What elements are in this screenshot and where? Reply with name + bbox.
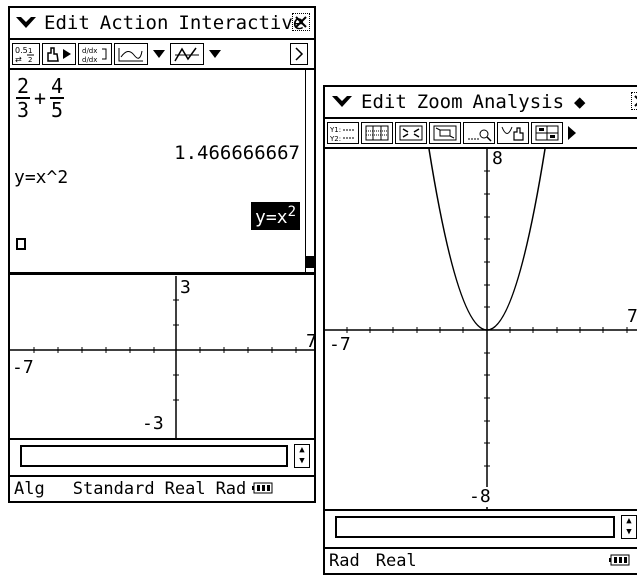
- menu-interactive[interactable]: Interactive: [178, 12, 304, 34]
- fraction-expression: 2 3 + 4 5: [16, 74, 65, 122]
- menu-edit[interactable]: Edit: [361, 91, 407, 113]
- toolbar: 0.5 ⇄ 1 2 d/dx d/dx: [10, 40, 314, 70]
- calculation-area[interactable]: 2 3 + 4 5 1.466666667 y=x^2 y=x2: [10, 70, 314, 275]
- status-bar: Alg Standard Real Rad: [10, 475, 314, 501]
- fraction-decimal-icon[interactable]: 0.5 ⇄ 1 2: [12, 43, 40, 65]
- status-number: Real: [164, 479, 206, 499]
- status-format: Standard: [72, 479, 155, 499]
- menu-edit[interactable]: Edit: [44, 12, 90, 34]
- status-number: Real: [375, 551, 417, 571]
- result-value: 1.466666667: [174, 142, 300, 164]
- menu-diamond[interactable]: ◆: [574, 91, 585, 113]
- fraction: 4 5: [50, 74, 65, 122]
- chevron-down-icon[interactable]: [14, 12, 38, 34]
- output-exponent: 2: [287, 204, 296, 220]
- selected-output[interactable]: y=x2: [251, 202, 300, 230]
- status-angle: Rad: [215, 479, 247, 499]
- more-icon[interactable]: [290, 43, 308, 65]
- svg-text:d/dx: d/dx: [82, 56, 97, 63]
- svg-text:0.5: 0.5: [15, 46, 28, 55]
- zoom-icon[interactable]: [429, 122, 461, 144]
- fraction: 2 3: [16, 76, 30, 120]
- x-max-label: 7: [306, 331, 317, 352]
- denominator: 3: [16, 98, 30, 122]
- close-icon[interactable]: [631, 92, 637, 110]
- more-icon[interactable]: [565, 122, 579, 144]
- graph-window: Edit Zoom Analysis ◆ Y1: Y2: 8 -7 -8 7 ▲…: [323, 85, 637, 575]
- trace-icon[interactable]: [463, 122, 495, 144]
- svg-text:1: 1: [28, 47, 32, 55]
- menu-bar: Edit Action Interactive: [10, 8, 314, 40]
- spinner-icon[interactable]: ▲ ▼: [294, 444, 310, 468]
- scrollbar-arrow[interactable]: [306, 256, 314, 268]
- battery-icon: [609, 551, 631, 571]
- close-icon[interactable]: [292, 13, 310, 31]
- input-field[interactable]: [20, 445, 288, 467]
- x-min-label: -7: [12, 357, 34, 378]
- input-expression: y=x^2: [14, 167, 69, 188]
- x-min-label: -7: [329, 334, 351, 355]
- input-field[interactable]: [335, 516, 615, 538]
- pan-icon[interactable]: [497, 122, 529, 144]
- svg-text:⇄: ⇄: [15, 55, 22, 63]
- svg-text:Y1:: Y1:: [329, 126, 341, 134]
- table-icon[interactable]: [361, 122, 393, 144]
- graph-pane[interactable]: 3 -7 -3 7: [10, 276, 317, 446]
- plus-sign: +: [34, 86, 47, 110]
- output-base: y=x: [255, 207, 288, 228]
- menu-analysis[interactable]: Analysis: [473, 91, 565, 113]
- graph-area[interactable]: 8 -7 -8 7: [325, 149, 637, 509]
- status-mode: Alg: [14, 479, 45, 499]
- dropdown-arrow-icon[interactable]: [150, 43, 168, 65]
- zoom-box-icon[interactable]: [395, 122, 427, 144]
- main-application-window: Edit Action Interactive 0.5 ⇄ 1 2 d/dx d/dx: [8, 6, 317, 503]
- denominator: 5: [51, 98, 64, 122]
- toolbar: Y1: Y2:: [325, 119, 637, 149]
- input-bar: ▲ ▼: [10, 438, 314, 472]
- svg-text:2: 2: [28, 56, 32, 63]
- x-max-label: 7: [627, 306, 637, 327]
- chevron-down-icon[interactable]: [329, 91, 355, 113]
- input-cursor[interactable]: [16, 238, 26, 250]
- y-min-label: -3: [142, 413, 164, 434]
- svg-text:Y2:: Y2:: [329, 135, 341, 142]
- numerator: 2: [16, 74, 30, 98]
- graph-select-icon[interactable]: [114, 43, 148, 65]
- spinner-icon[interactable]: ▲ ▼: [621, 515, 637, 539]
- input-bar: ▲ ▼: [325, 509, 637, 543]
- numerator: 4: [51, 74, 64, 98]
- menu-action[interactable]: Action: [100, 12, 169, 34]
- y-editor-icon[interactable]: Y1: Y2:: [327, 122, 359, 144]
- svg-text:d/dx: d/dx: [82, 47, 97, 55]
- scrollbar[interactable]: [305, 70, 314, 272]
- menu-bar: Edit Zoom Analysis ◆: [325, 87, 637, 119]
- status-bar: Rad Real: [325, 547, 637, 573]
- y-max-label: 8: [492, 148, 503, 169]
- status-angle: Rad: [329, 551, 360, 571]
- y-max-label: 3: [180, 277, 191, 298]
- derivative-icon[interactable]: d/dx d/dx: [78, 43, 112, 65]
- menu-zoom[interactable]: Zoom: [417, 91, 463, 113]
- hand-execute-icon[interactable]: [42, 43, 76, 65]
- view-window-icon[interactable]: [531, 122, 563, 144]
- battery-icon: [252, 479, 274, 499]
- dropdown-arrow-icon[interactable]: [206, 43, 224, 65]
- y-min-label: -8: [469, 486, 491, 507]
- graph-type-icon[interactable]: [170, 43, 204, 65]
